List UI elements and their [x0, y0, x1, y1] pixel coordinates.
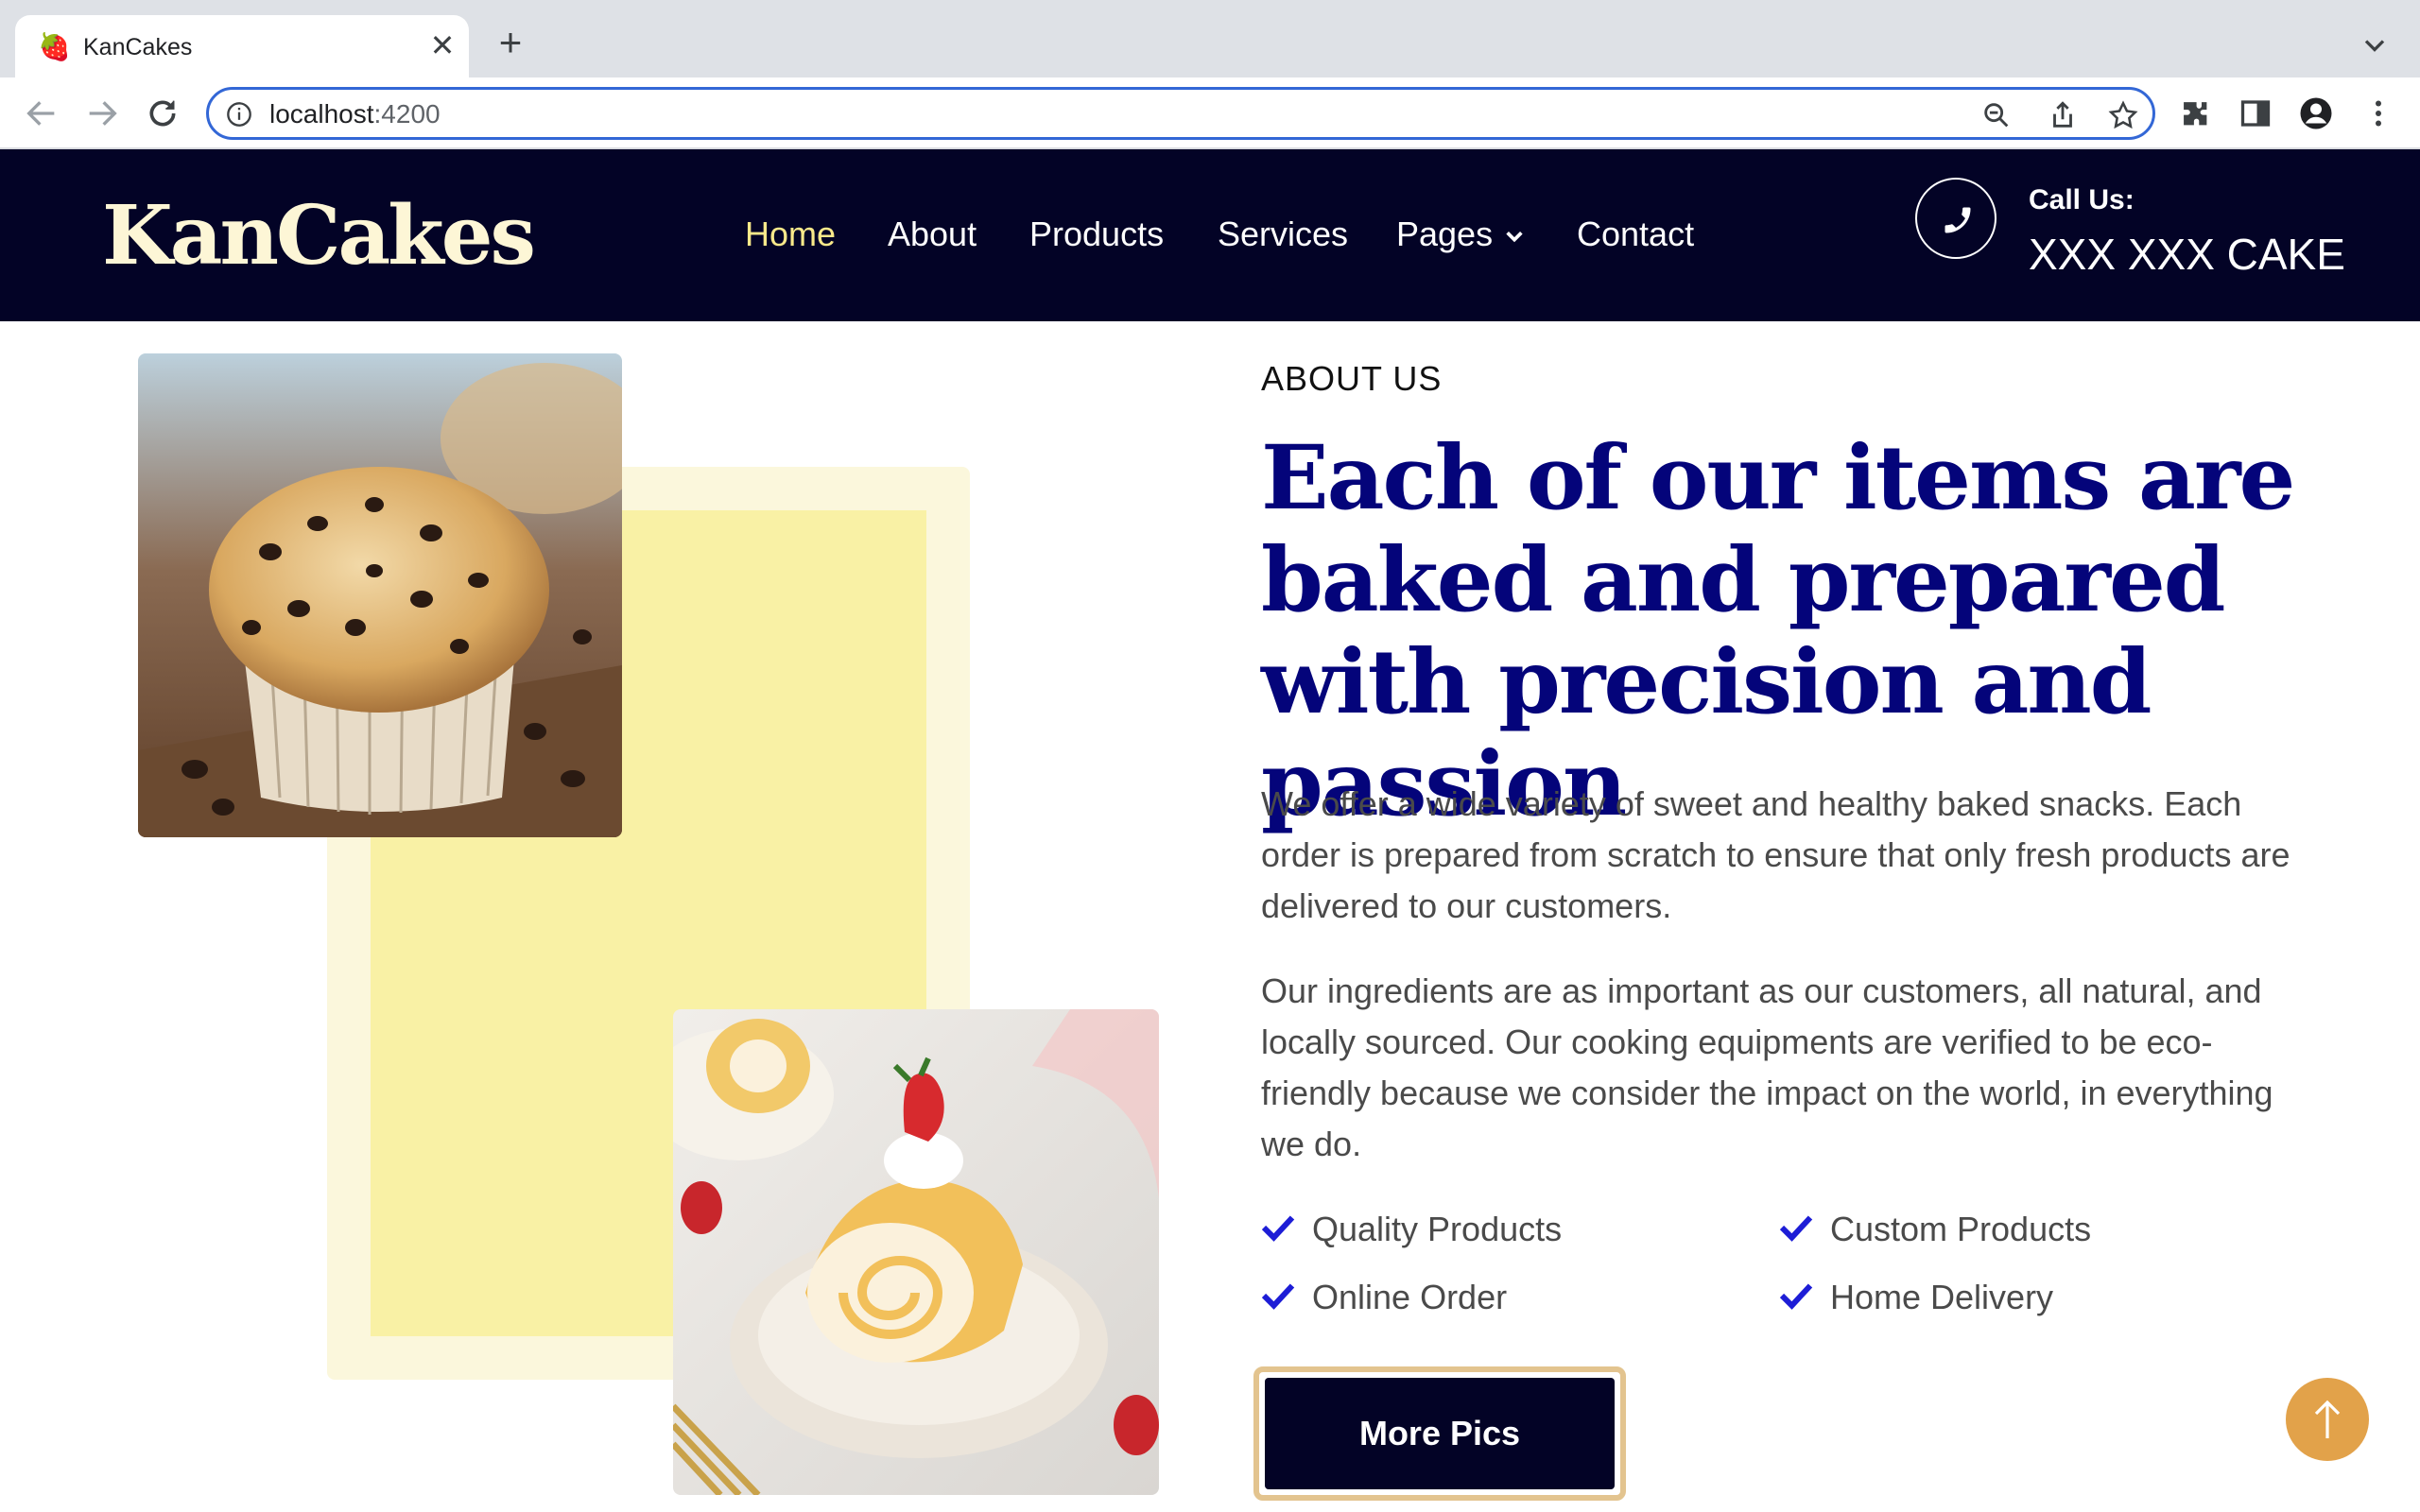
extensions-puzzle-icon[interactable] — [2178, 96, 2212, 130]
browser-tab[interactable]: 🍓 KanCakes ✕ — [15, 15, 469, 77]
check-icon — [1261, 1283, 1295, 1310]
nav-products[interactable]: Products — [1029, 212, 1164, 257]
url-host: localhost — [269, 99, 374, 129]
about-paragraph-2: Our ingredients are as important as our … — [1261, 971, 2273, 1163]
swiss-roll-photo — [673, 1009, 1159, 1495]
bookmark-star-icon[interactable] — [2107, 99, 2139, 131]
back-icon[interactable] — [23, 94, 60, 132]
section-eyebrow: ABOUT US — [1261, 359, 1443, 398]
feature-label: Custom Products — [1830, 1210, 2092, 1248]
reload-icon[interactable] — [144, 94, 182, 132]
zoom-icon[interactable] — [1980, 99, 2013, 131]
feature-label: Online Order — [1312, 1278, 1508, 1316]
tab-title: KanCakes — [83, 34, 193, 60]
profile-avatar-icon[interactable] — [2299, 96, 2333, 130]
browser-tabstrip: 🍓 KanCakes ✕ + — [0, 0, 2420, 77]
address-bar[interactable]: localhost:4200 — [206, 87, 2155, 140]
feature-label: Quality Products — [1312, 1210, 1563, 1248]
nav-contact[interactable]: Contact — [1577, 212, 1694, 257]
url-port: :4200 — [373, 99, 441, 129]
arrow-up-icon — [2314, 1400, 2341, 1438]
chevron-down-icon — [1506, 232, 1523, 243]
feature-label: Home Delivery — [1830, 1278, 2054, 1316]
about-headline: Each of our items are baked and prepared… — [1261, 426, 2295, 836]
call-label: Call Us: — [2029, 184, 2135, 215]
site-info-icon[interactable] — [226, 101, 252, 128]
url-text: localhost:4200 — [269, 99, 441, 129]
nav-about[interactable]: About — [888, 212, 977, 257]
muffin-photo — [138, 353, 622, 837]
nav-pages-label: Pages — [1396, 215, 1494, 253]
strawberry-favicon-icon: 🍓 — [38, 32, 71, 61]
about-paragraph-1: We offer a wide variety of sweet and hea… — [1261, 784, 2290, 925]
side-panel-icon[interactable] — [2238, 96, 2273, 130]
nav-services[interactable]: Services — [1218, 212, 1348, 257]
check-icon — [1779, 1215, 1813, 1242]
tab-close-icon[interactable]: ✕ — [425, 28, 459, 62]
brand-logo[interactable]: KanCakes — [102, 189, 536, 284]
new-tab-button[interactable]: + — [492, 23, 529, 62]
more-pics-button[interactable]: More Pics — [1253, 1366, 1626, 1501]
back-to-top-button[interactable] — [2286, 1378, 2369, 1461]
browser-menu-icon[interactable] — [2361, 96, 2395, 130]
browser-toolbar: localhost:4200 — [0, 77, 2420, 149]
phone-icon[interactable] — [1915, 178, 1996, 259]
nav-home[interactable]: Home — [745, 212, 836, 257]
share-icon[interactable] — [2047, 99, 2079, 131]
forward-icon[interactable] — [83, 94, 121, 132]
check-icon — [1779, 1283, 1813, 1310]
nav-pages-dropdown[interactable]: Pages — [1396, 212, 1525, 257]
tab-search-chevron-icon[interactable] — [2358, 28, 2392, 62]
call-number[interactable]: XXX XXX CAKE — [2029, 229, 2345, 280]
check-icon — [1261, 1215, 1295, 1242]
more-pics-label: More Pics — [1265, 1378, 1615, 1489]
site-header: KanCakes Home About Products Services Pa… — [0, 149, 2420, 321]
